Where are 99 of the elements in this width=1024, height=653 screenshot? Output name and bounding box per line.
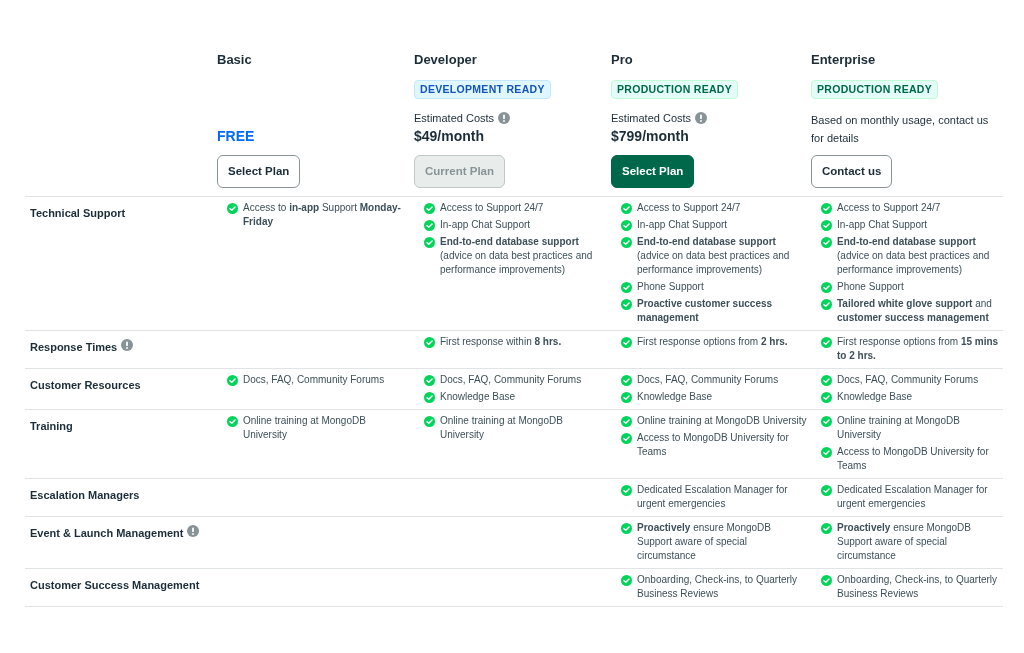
check-icon (424, 375, 435, 386)
row-label: Technical Support (30, 206, 126, 221)
feature-text: First response within 8 hrs. (440, 335, 562, 349)
check-icon (821, 485, 832, 496)
info-icon (498, 111, 511, 124)
feature-text: Knowledge Base (440, 390, 516, 404)
check-icon (621, 485, 632, 496)
feature-text: Access to in-app Support Monday-Friday (243, 201, 402, 229)
check-icon (621, 237, 632, 248)
feature-text: Phone Support (837, 280, 904, 294)
feature-text: Proactive customer success management (637, 297, 774, 325)
feature-text: Online training at MongoDB University (637, 414, 807, 428)
feature-text: In-app Chat Support (837, 218, 928, 232)
plan-name: Developer (414, 51, 478, 69)
feature-text: Knowledge Base (637, 390, 713, 404)
check-icon (424, 220, 435, 231)
feature-text: Online training at MongoDB University (440, 414, 564, 442)
feature-text: In-app Chat Support (440, 218, 531, 232)
check-icon (227, 375, 238, 386)
row-label: Response Times (30, 340, 118, 355)
check-icon (424, 337, 435, 348)
plan-button[interactable]: Select Plan (611, 155, 695, 188)
plan-badge: PRODUCTION READY (811, 79, 939, 100)
row-label: Customer Success Management (30, 578, 200, 593)
check-icon (821, 299, 832, 310)
info-icon (121, 339, 134, 351)
feature-text: First response options from 15 mins to 2 hrs. (837, 335, 1000, 363)
feature-text: In-app Chat Support (637, 218, 728, 232)
row-label: Event & Launch Management (30, 526, 184, 541)
plan-price: $799/month (611, 127, 690, 146)
check-icon (821, 337, 832, 348)
check-icon (621, 433, 632, 444)
feature-text: Access to MongoDB University for Teams (637, 431, 790, 459)
row-label: Customer Resources (30, 378, 141, 393)
check-icon (821, 375, 832, 386)
check-icon (821, 416, 832, 427)
check-icon (621, 220, 632, 231)
feature-text: Proactively ensure MongoDB Support aware of special circumstance (837, 521, 972, 563)
feature-text: End-to-end database support (advice on data best practices and performance improvements) (440, 235, 594, 277)
cost-label: Estimated Costs (414, 110, 495, 126)
check-icon (424, 392, 435, 403)
plan-button[interactable]: Contact us (811, 155, 893, 188)
row-label: Escalation Managers (30, 488, 140, 503)
feature-text: Online training at MongoDB University (243, 414, 367, 442)
check-icon (621, 282, 632, 293)
feature-text: Onboarding, Check-ins, to Quarterly Business Reviews (837, 573, 999, 601)
feature-text: Access to Support 24/7 (440, 201, 544, 215)
feature-text: Access to Support 24/7 (837, 201, 941, 215)
check-icon (821, 282, 832, 293)
check-icon (821, 203, 832, 214)
check-icon (821, 523, 832, 534)
check-icon (821, 220, 832, 231)
check-icon (227, 416, 238, 427)
check-icon (227, 203, 238, 214)
check-icon (621, 392, 632, 403)
feature-text: First response options from 2 hrs. (637, 335, 788, 349)
plan-button[interactable]: Select Plan (217, 155, 301, 188)
plan-name: Pro (611, 51, 634, 69)
check-icon (621, 203, 632, 214)
check-icon (821, 237, 832, 248)
check-icon (821, 447, 832, 458)
check-icon (621, 299, 632, 310)
feature-text: Tailored white glove support and customer success management (837, 297, 993, 325)
feature-text: Access to MongoDB University for Teams (837, 445, 990, 473)
plan-name: Enterprise (811, 51, 877, 69)
feature-text: Onboarding, Check-ins, to Quarterly Business Reviews (637, 573, 799, 601)
check-icon (821, 392, 832, 403)
plan-name: Basic (217, 51, 253, 69)
check-icon (424, 203, 435, 214)
feature-text: Online training at MongoDB University (837, 414, 961, 442)
feature-text: Docs, FAQ, Community Forums (440, 373, 582, 387)
feature-text: Dedicated Escalation Manager for urgent emergencies (637, 483, 789, 511)
check-icon (424, 237, 435, 248)
check-icon (621, 523, 632, 534)
pricing-note: Based on monthly usage, contact us for details (811, 113, 990, 146)
plan-badge: PRODUCTION READY (611, 79, 739, 100)
feature-text: Knowledge Base (837, 390, 913, 404)
info-icon (187, 525, 200, 537)
check-icon (621, 337, 632, 348)
plan-price: $49/month (414, 127, 485, 146)
feature-text: Docs, FAQ, Community Forums (837, 373, 979, 387)
feature-text: Access to Support 24/7 (637, 201, 741, 215)
feature-text: End-to-end database support (advice on data best practices and performance improvements) (837, 235, 991, 277)
cost-label: Estimated Costs (611, 110, 692, 126)
info-icon (695, 111, 708, 124)
feature-text: Dedicated Escalation Manager for urgent emergencies (837, 483, 989, 511)
check-icon (621, 575, 632, 586)
plan-badge: DEVELOPMENT READY (414, 79, 551, 100)
check-icon (424, 416, 435, 427)
check-icon (821, 575, 832, 586)
feature-text: Phone Support (637, 280, 704, 294)
feature-text: Docs, FAQ, Community Forums (243, 373, 385, 387)
row-label: Training (30, 419, 73, 434)
feature-text: Proactively ensure MongoDB Support aware of special circumstance (637, 521, 772, 563)
feature-text: End-to-end database support (advice on data best practices and performance improvements) (637, 235, 791, 277)
check-icon (621, 375, 632, 386)
feature-text: Docs, FAQ, Community Forums (637, 373, 779, 387)
check-icon (621, 416, 632, 427)
plan-price: FREE (217, 127, 256, 146)
